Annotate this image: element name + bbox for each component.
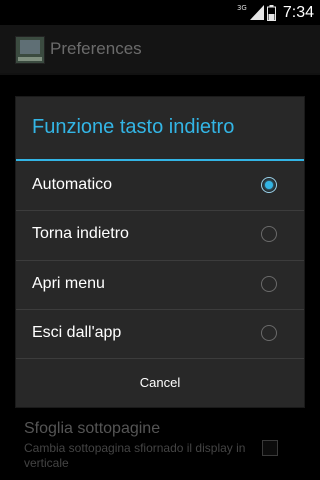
preference-title: Sfoglia sottopagine xyxy=(24,420,161,437)
radio-unselected-icon[interactable] xyxy=(261,226,277,242)
option-label: Automatico xyxy=(32,176,113,193)
app-icon-screen xyxy=(20,40,40,54)
option-automatico[interactable]: Automatico xyxy=(16,162,304,210)
cancel-button[interactable]: Cancel xyxy=(16,359,304,407)
battery-icon xyxy=(266,4,276,21)
dialog-title-divider xyxy=(16,159,304,161)
preference-summary: Cambia sottopagina sfiornado il display … xyxy=(24,441,246,470)
option-apri-menu[interactable]: Apri menu xyxy=(16,261,304,309)
action-bar: Preferences xyxy=(0,25,320,73)
option-label: Apri menu xyxy=(32,275,105,292)
preference-item[interactable]: Sfoglia sottopagine Cambia sottopagina s… xyxy=(24,420,254,471)
action-bar-title: Preferences xyxy=(50,39,142,58)
action-bar-divider xyxy=(0,73,320,75)
radio-selected-icon[interactable] xyxy=(261,177,277,193)
option-esci-dallapp[interactable]: Esci dall'app xyxy=(16,310,304,358)
app-icon[interactable] xyxy=(15,36,45,64)
option-torna-indietro[interactable]: Torna indietro xyxy=(16,211,304,259)
radio-unselected-icon[interactable] xyxy=(261,276,277,292)
dialog-title: Funzione tasto indietro xyxy=(32,116,235,138)
clock: 7:34 xyxy=(282,3,314,21)
preference-checkbox[interactable] xyxy=(262,440,278,456)
radio-unselected-icon[interactable] xyxy=(261,325,277,341)
option-label: Esci dall'app xyxy=(32,324,122,341)
back-button-function-dialog: Funzione tasto indietro Automatico Torna… xyxy=(16,97,304,407)
network-type-label: 3G xyxy=(236,3,247,12)
status-bar: 3G 7:34 xyxy=(0,0,320,25)
signal-icon xyxy=(249,5,264,20)
option-label: Torna indietro xyxy=(32,225,129,242)
status-icons: 3G 7:34 xyxy=(237,3,314,22)
app-icon-strip xyxy=(18,57,42,61)
